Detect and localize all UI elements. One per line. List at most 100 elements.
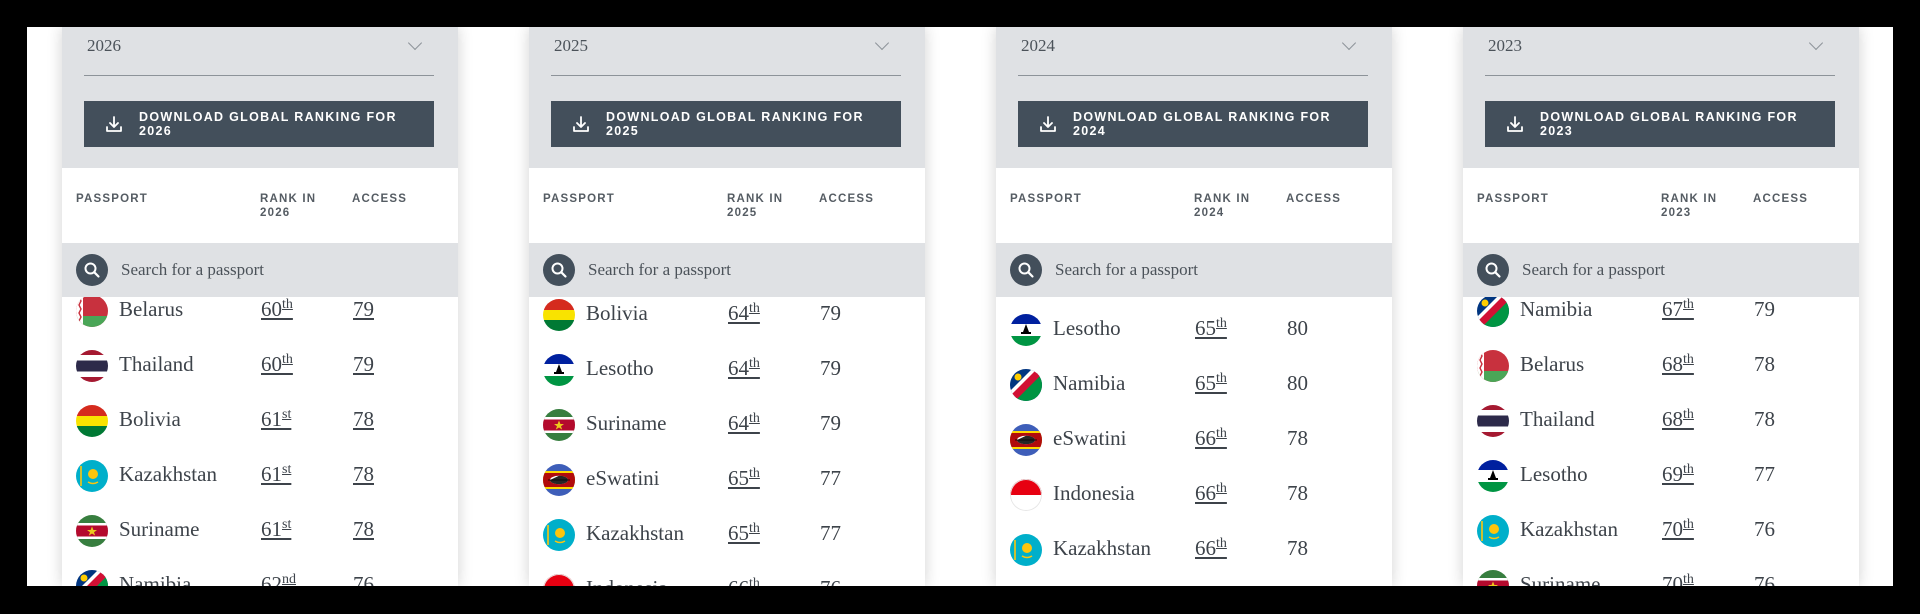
rank-link[interactable]: 60th (261, 352, 293, 377)
rank-link[interactable]: 69th (1662, 462, 1694, 487)
rank-link[interactable]: 61st (261, 462, 291, 487)
access-count[interactable]: 79 (353, 297, 374, 322)
download-ranking-button[interactable]: DOWNLOAD GLOBAL RANKING FOR 2024 (1018, 101, 1368, 147)
rank-link[interactable]: 66th (728, 576, 760, 586)
ranking-row[interactable]: Kazakhstan 70th 76 (1463, 515, 1859, 570)
rank-link[interactable]: 61st (261, 407, 291, 432)
download-ranking-button[interactable]: DOWNLOAD GLOBAL RANKING FOR 2026 (84, 101, 434, 147)
ranking-row[interactable]: Thailand 68th 78 (1463, 405, 1859, 460)
column-header-rank: RANK IN 2026 (260, 193, 317, 219)
ranking-row[interactable]: Kazakhstan 61st 78 (62, 460, 458, 515)
rank-link[interactable]: 68th (1662, 352, 1694, 377)
rank-link[interactable]: 66th (1195, 481, 1227, 506)
country-name[interactable]: Namibia (1520, 297, 1592, 322)
country-name[interactable]: Bolivia (119, 407, 181, 432)
ranking-row[interactable]: Thailand 60th 79 (62, 350, 458, 405)
chevron-down-icon (407, 35, 423, 51)
ranking-row[interactable]: Suriname 64th 79 (529, 409, 925, 464)
access-count[interactable]: 79 (353, 352, 374, 377)
search-input[interactable]: Search for a passport (121, 260, 264, 280)
country-name[interactable]: Namibia (1053, 371, 1125, 396)
access-count[interactable]: 78 (353, 517, 374, 542)
suriname-flag-icon (76, 515, 108, 547)
ranking-row[interactable]: Kazakhstan 66th 78 (996, 534, 1392, 586)
country-name[interactable]: Belarus (1520, 352, 1584, 377)
rank-link[interactable]: 66th (1195, 426, 1227, 451)
ranking-row[interactable]: Namibia 62nd 76 (62, 570, 458, 586)
rank-link[interactable]: 70th (1662, 517, 1694, 542)
rank-link[interactable]: 65th (1195, 371, 1227, 396)
country-name[interactable]: Lesotho (1520, 462, 1588, 487)
year-select[interactable]: 2026 (84, 27, 434, 76)
ranking-row[interactable]: Bolivia 61st 78 (62, 405, 458, 460)
ranking-row[interactable]: Suriname 61st 78 (62, 515, 458, 570)
country-name[interactable]: eSwatini (586, 466, 660, 491)
country-name[interactable]: Kazakhstan (119, 462, 217, 487)
country-name[interactable]: Indonesia (1053, 481, 1135, 506)
country-name[interactable]: Suriname (586, 411, 666, 436)
access-count: 78 (1287, 426, 1308, 450)
search-input[interactable]: Search for a passport (1522, 260, 1665, 280)
access-count[interactable]: 76 (353, 572, 374, 586)
passport-search[interactable]: Search for a passport (529, 243, 925, 297)
passport-search[interactable]: Search for a passport (996, 243, 1392, 297)
ranking-row[interactable]: Indonesia 66th 78 (996, 479, 1392, 534)
access-count[interactable]: 78 (353, 407, 374, 432)
rank-link[interactable]: 64th (728, 356, 760, 381)
access-count[interactable]: 78 (353, 462, 374, 487)
country-name[interactable]: Bolivia (586, 301, 648, 326)
search-input[interactable]: Search for a passport (1055, 260, 1198, 280)
ranking-row[interactable]: Kazakhstan 65th 77 (529, 519, 925, 574)
search-input[interactable]: Search for a passport (588, 260, 731, 280)
ranking-row[interactable]: Belarus 68th 78 (1463, 350, 1859, 405)
country-name[interactable]: Suriname (1520, 572, 1600, 586)
ranking-row[interactable]: Namibia 65th 80 (996, 369, 1392, 424)
country-name[interactable]: Thailand (119, 352, 194, 377)
rank-link[interactable]: 62nd (261, 572, 296, 586)
year-select[interactable]: 2025 (551, 27, 901, 76)
ranking-row[interactable]: Belarus 60th 79 (62, 297, 458, 350)
rank-link[interactable]: 65th (728, 466, 760, 491)
ranking-row[interactable]: Lesotho 64th 79 (529, 354, 925, 409)
rank-link[interactable]: 64th (728, 301, 760, 326)
rank-link[interactable]: 68th (1662, 407, 1694, 432)
ranking-row[interactable]: eSwatini 65th 77 (529, 464, 925, 519)
ranking-row[interactable]: Lesotho 65th 80 (996, 314, 1392, 369)
rank-link[interactable]: 60th (261, 297, 293, 322)
search-icon[interactable] (1010, 254, 1042, 286)
country-name[interactable]: Kazakhstan (1520, 517, 1618, 542)
download-ranking-button[interactable]: DOWNLOAD GLOBAL RANKING FOR 2023 (1485, 101, 1835, 147)
country-name[interactable]: Lesotho (1053, 316, 1121, 341)
year-select[interactable]: 2023 (1485, 27, 1835, 76)
ranking-row[interactable]: Indonesia 66th 76 (529, 574, 925, 586)
ranking-row[interactable]: Bolivia 64th 79 (529, 299, 925, 354)
passport-search[interactable]: Search for a passport (1463, 243, 1859, 297)
search-icon[interactable] (543, 254, 575, 286)
country-name[interactable]: Kazakhstan (586, 521, 684, 546)
passport-search[interactable]: Search for a passport (62, 243, 458, 297)
rank-link[interactable]: 65th (1195, 316, 1227, 341)
country-name[interactable]: Lesotho (586, 356, 654, 381)
column-header-access: ACCESS (1753, 193, 1809, 205)
rank-link[interactable]: 61st (261, 517, 291, 542)
ranking-row[interactable]: eSwatini 66th 78 (996, 424, 1392, 479)
country-name[interactable]: Suriname (119, 517, 199, 542)
search-icon[interactable] (1477, 254, 1509, 286)
download-ranking-button[interactable]: DOWNLOAD GLOBAL RANKING FOR 2025 (551, 101, 901, 147)
rank-link[interactable]: 65th (728, 521, 760, 546)
country-name[interactable]: Namibia (119, 572, 191, 586)
rank-link[interactable]: 70th (1662, 572, 1694, 586)
country-name[interactable]: Kazakhstan (1053, 536, 1151, 561)
ranking-row[interactable]: Suriname 70th 76 (1463, 570, 1859, 586)
country-name[interactable]: Belarus (119, 297, 183, 322)
country-name[interactable]: eSwatini (1053, 426, 1127, 451)
search-icon[interactable] (76, 254, 108, 286)
rank-link[interactable]: 67th (1662, 297, 1694, 322)
country-name[interactable]: Thailand (1520, 407, 1595, 432)
ranking-row[interactable]: Lesotho 69th 77 (1463, 460, 1859, 515)
ranking-row[interactable]: Namibia 67th 79 (1463, 297, 1859, 350)
country-name[interactable]: Indonesia (586, 576, 668, 586)
year-select[interactable]: 2024 (1018, 27, 1368, 76)
rank-link[interactable]: 66th (1195, 536, 1227, 561)
rank-link[interactable]: 64th (728, 411, 760, 436)
